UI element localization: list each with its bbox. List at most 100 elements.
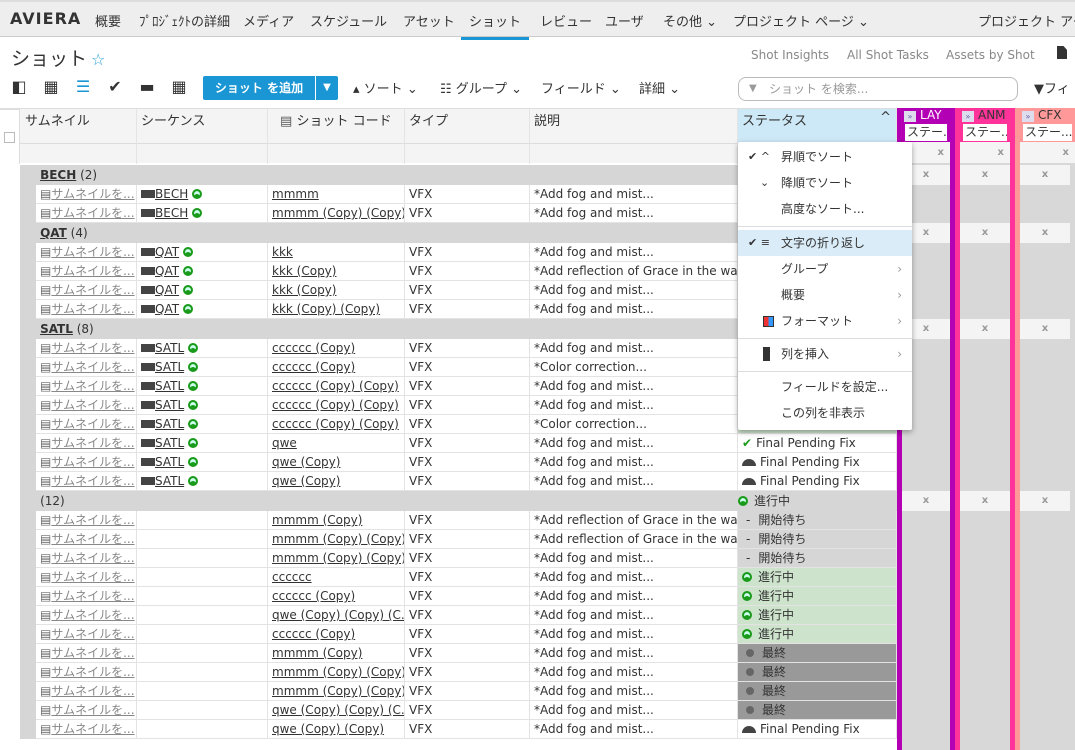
shot-code-link[interactable]: mmmm (Copy) (Copy) [272,684,404,698]
type-cell[interactable]: VFX [405,472,530,491]
group-task-cell[interactable]: x [960,319,1010,339]
nav-shots[interactable]: ショット [461,11,529,40]
task-header[interactable]: » ANM ステー... [960,108,1010,142]
thumbnail-cell[interactable]: ▤サムネイルを... [36,377,137,396]
layout-icon[interactable]: ◧ [10,78,28,96]
description-cell[interactable]: *Add fog and mist... [530,720,738,739]
nav-more[interactable]: その他 ⌄ [663,11,717,30]
nav-schedule[interactable]: スケジュール [310,11,387,30]
table-row[interactable]: ▤サムネイルを... mmmm (Copy) (Copy) VFX *Add fog … [0,682,1075,701]
thumbnail-cell[interactable]: ▤サムネイルを... [36,300,137,319]
thumbnail-cell[interactable]: ▤サムネイルを... [36,644,137,663]
shot-code-cell[interactable]: mmmm (Copy) (Copy) [268,663,405,682]
type-cell[interactable]: VFX [405,625,530,644]
sequence-cell[interactable]: SATL [137,453,268,472]
description-cell[interactable]: *Add fog and mist... [530,377,738,396]
description-cell[interactable]: *Add fog and mist... [530,568,738,587]
shot-code-cell[interactable]: qwe (Copy) [268,453,405,472]
nav-review[interactable]: レビュー [540,11,592,30]
shot-code-cell[interactable]: qwe (Copy) (Copy) (C... [268,606,405,625]
sequence-cell[interactable] [137,644,268,663]
sequence-cell[interactable]: QAT [137,300,268,319]
shot-code-link[interactable]: qwe (Copy) (Copy) (C... [272,703,404,717]
thumbnail-upload-link[interactable]: サムネイルを... [51,360,134,374]
nav-project-pages[interactable]: プロジェクト ページ ⌄ [733,11,869,30]
menu-group[interactable]: グループ › [738,256,912,282]
description-cell[interactable]: *Add fog and mist... [530,682,738,701]
table-row[interactable]: ▤サムネイルを... qwe (Copy) (Copy) (C... VFX *Add… [0,701,1075,720]
sequence-cell[interactable]: BECH [137,185,268,204]
shot-code-cell[interactable]: kkk (Copy) [268,262,405,281]
type-cell[interactable]: VFX [405,281,530,300]
shot-code-link[interactable]: mmmm (Copy) (Copy) [272,551,404,565]
thumbnail-upload-link[interactable]: サムネイルを... [51,513,134,527]
col-shot-code[interactable]: ▤ ショット コード [268,109,405,143]
thumbnail-upload-link[interactable]: サムネイルを... [51,570,134,584]
table-row[interactable]: ▤サムネイルを... QAT kkk (Copy) (Copy) VFX *Add f… [0,300,1075,319]
description-cell[interactable]: *Add reflection of Grace in the wat... [530,511,738,530]
sequence-cell[interactable]: QAT [137,281,268,300]
shot-code-link[interactable]: qwe (Copy) (Copy) [272,722,384,736]
filter-clear-icon[interactable]: x [1020,142,1075,163]
list-view-icon[interactable]: ☰ [74,78,92,96]
thumbnail-cell[interactable]: ▤サムネイルを... [36,185,137,204]
search-input[interactable]: ▼ ショット を検索... [738,77,1018,101]
table-row[interactable]: ▤サムネイルを... mmmm (Copy) (Copy) VFX *Add refl… [0,530,1075,549]
col-type[interactable]: タイプ [405,109,530,143]
menu-summary[interactable]: 概要 › [738,282,912,308]
thumbnail-upload-link[interactable]: サムネイルを... [51,608,134,622]
menu-advanced-sort[interactable]: 高度なソート... [738,196,912,222]
sequence-link[interactable]: SATL [155,360,184,374]
thumbnail-upload-link[interactable]: サムネイルを... [51,264,134,278]
group-task-cell[interactable]: x [960,223,1010,243]
sequence-link[interactable]: SATL [155,379,184,393]
description-cell[interactable]: *Add reflection of Grace in the wat... [530,262,738,281]
table-row[interactable]: ▤サムネイルを... SATL cccccc (Copy) (Copy) VFX *A… [0,396,1075,415]
task-header[interactable]: » LAY ステー... [902,108,950,142]
description-cell[interactable]: *Add fog and mist... [530,243,738,262]
table-row[interactable]: ▤サムネイルを... SATL qwe (Copy) VFX *Add fog and… [0,472,1075,491]
shot-code-cell[interactable]: kkk [268,243,405,262]
type-cell[interactable]: VFX [405,606,530,625]
sequence-cell[interactable]: SATL [137,396,268,415]
thumbnail-cell[interactable]: ▤サムネイルを... [36,358,137,377]
description-cell[interactable]: *Add fog and mist... [530,549,738,568]
thumbnail-upload-link[interactable]: サムネイルを... [51,283,134,297]
menu-insert-column[interactable]: 列を挿入 › [738,341,912,367]
sequence-cell[interactable] [137,568,268,587]
fields-button[interactable]: フィールド ⌄ [541,78,621,97]
filter-cell[interactable] [20,143,137,164]
shot-code-cell[interactable]: cccccc (Copy) [268,358,405,377]
table-row[interactable]: ▤サムネイルを... mmmm (Copy) (Copy) VFX *Add fog … [0,663,1075,682]
sequence-link[interactable]: SATL [155,474,184,488]
shot-code-link[interactable]: mmmm (Copy) (Copy) [272,206,404,220]
table-row[interactable]: ▤サムネイルを... SATL cccccc (Copy) VFX *Add fog … [0,339,1075,358]
shot-code-link[interactable]: kkk [272,245,293,259]
table-row[interactable]: ▤サムネイルを... QAT kkk VFX *Add fog and mist... [0,243,1075,262]
menu-format[interactable]: フォーマット › [738,308,912,334]
shot-code-link[interactable]: cccccc (Copy) [272,341,355,355]
sequence-cell[interactable]: BECH [137,204,268,223]
filter-cell[interactable] [530,143,738,164]
thumbnail-cell[interactable]: ▤サムネイルを... [36,281,137,300]
sequence-cell[interactable] [137,663,268,682]
type-cell[interactable]: VFX [405,204,530,223]
filter-button[interactable]: ▼フィ [1034,78,1070,97]
description-cell[interactable]: *Add fog and mist... [530,587,738,606]
check-circle-icon[interactable]: ✔ [106,78,124,96]
sequence-link[interactable]: QAT [155,264,179,278]
type-cell[interactable]: VFX [405,663,530,682]
thumbnail-upload-link[interactable]: サムネイルを... [51,474,134,488]
sequence-cell[interactable]: SATL [137,339,268,358]
link-assets-by-shot[interactable]: Assets by Shot [946,48,1035,62]
details-button[interactable]: 詳細 ⌄ [639,78,680,97]
link-all-shot-tasks[interactable]: All Shot Tasks [847,48,929,62]
thumbnail-cell[interactable]: ▤サムネイルを... [36,243,137,262]
shot-code-link[interactable]: cccccc [272,570,312,584]
sequence-link[interactable]: SATL [155,417,184,431]
shot-code-cell[interactable]: cccccc (Copy) [268,625,405,644]
sequence-link[interactable]: SATL [155,436,184,450]
sequence-cell[interactable] [137,587,268,606]
thumbnail-cell[interactable]: ▤サムネイルを... [36,339,137,358]
col-status[interactable]: ステータス ^ [738,109,897,143]
